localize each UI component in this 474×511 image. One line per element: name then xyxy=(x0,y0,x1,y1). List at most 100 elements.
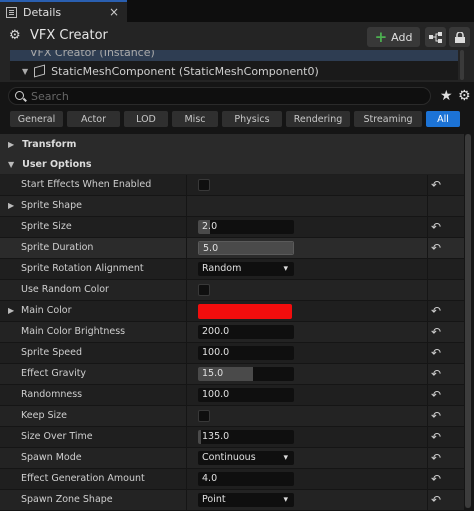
filter-actor[interactable]: Actor xyxy=(67,111,120,127)
filter-streaming[interactable]: Streaming xyxy=(354,111,422,127)
reset-to-default-icon[interactable]: ↶ xyxy=(429,325,443,339)
reset-to-default-icon[interactable]: ↶ xyxy=(429,451,443,465)
static-mesh-icon xyxy=(34,64,46,78)
prop-sprite-shape[interactable]: ▶ Sprite Shape xyxy=(0,196,464,217)
column-divider xyxy=(427,406,428,427)
column-divider[interactable] xyxy=(186,238,187,259)
column-divider xyxy=(427,343,428,364)
effect-gravity-input[interactable]: 15.0 xyxy=(198,367,294,381)
column-divider xyxy=(427,259,428,280)
details-icon xyxy=(6,6,17,18)
main-color-brightness-input[interactable]: 200.0 xyxy=(198,325,294,339)
prop-label: Effect Gravity xyxy=(21,368,87,379)
reset-to-default-icon[interactable]: ↶ xyxy=(429,388,443,402)
actor-title: VFX Creator xyxy=(30,28,108,43)
column-divider xyxy=(427,301,428,322)
sprite-duration-input[interactable]: 5.0 xyxy=(198,241,294,255)
tree-scrollbar[interactable] xyxy=(460,50,464,80)
lock-icon xyxy=(454,31,465,43)
plus-icon: + xyxy=(374,28,388,46)
category-label: Transform xyxy=(22,138,77,150)
sprite-speed-input[interactable]: 100.0 xyxy=(198,346,294,360)
column-divider[interactable] xyxy=(186,259,187,280)
reset-to-default-icon[interactable]: ↶ xyxy=(429,409,443,423)
reset-to-default-icon[interactable]: ↶ xyxy=(429,178,443,192)
component-label: StaticMeshComponent (StaticMeshComponent… xyxy=(51,64,319,78)
randomness-input[interactable]: 100.0 xyxy=(198,388,294,402)
prop-effect-generation-amount: Effect Generation Amount 4.0 ↶ xyxy=(0,469,464,490)
filter-lod[interactable]: LOD xyxy=(124,111,168,127)
filter-all[interactable]: All xyxy=(426,111,460,127)
column-divider[interactable] xyxy=(186,343,187,364)
filter-physics[interactable]: Physics xyxy=(222,111,282,127)
column-divider[interactable] xyxy=(186,469,187,490)
reset-to-default-icon[interactable]: ↶ xyxy=(429,241,443,255)
start-effects-checkbox[interactable] xyxy=(198,179,210,191)
column-divider[interactable] xyxy=(186,175,187,196)
filter-tabs: General Actor LOD Misc Physics Rendering… xyxy=(10,111,460,127)
close-icon[interactable]: × xyxy=(109,5,119,19)
column-divider xyxy=(427,427,428,448)
favorites-star-icon[interactable]: ★ xyxy=(440,88,453,104)
filter-misc[interactable]: Misc xyxy=(172,111,218,127)
prop-label: Start Effects When Enabled xyxy=(21,179,152,190)
tree-component-item[interactable]: ▼ StaticMeshComponent (StaticMeshCompone… xyxy=(10,63,458,79)
reset-to-default-icon[interactable]: ↶ xyxy=(429,346,443,360)
column-divider[interactable] xyxy=(186,217,187,238)
vfx-actor-icon: ⚙ xyxy=(9,28,21,43)
reset-to-default-icon[interactable]: ↶ xyxy=(429,472,443,486)
blueprint-button[interactable] xyxy=(425,27,446,47)
column-divider[interactable] xyxy=(186,280,187,301)
expand-arrow-icon[interactable]: ▶ xyxy=(8,196,14,216)
reset-to-default-icon[interactable]: ↶ xyxy=(429,220,443,234)
column-divider[interactable] xyxy=(186,364,187,385)
keep-size-checkbox[interactable] xyxy=(198,410,210,422)
column-divider[interactable] xyxy=(186,406,187,427)
value-text: 4.0 xyxy=(202,473,218,484)
spawn-mode-dropdown[interactable]: Continuous ▾ xyxy=(198,451,294,465)
expand-arrow-icon[interactable]: ▶ xyxy=(8,301,14,321)
column-divider[interactable] xyxy=(186,385,187,406)
reset-to-default-icon[interactable]: ↶ xyxy=(429,304,443,318)
category-user-options[interactable]: ▼ User Options xyxy=(0,154,464,174)
main-color-swatch[interactable] xyxy=(198,304,292,319)
prop-label: Main Color Brightness xyxy=(21,326,126,337)
properties-scrollbar[interactable] xyxy=(465,134,471,508)
column-divider[interactable] xyxy=(186,427,187,448)
reset-to-default-icon[interactable]: ↶ xyxy=(429,493,443,507)
spawn-zone-shape-dropdown[interactable]: Point ▾ xyxy=(198,493,294,507)
tab-details[interactable]: Details × xyxy=(0,0,127,22)
column-divider[interactable] xyxy=(186,322,187,343)
prop-label: Keep Size xyxy=(21,410,67,421)
size-over-time-input[interactable]: 135.0 xyxy=(198,430,294,444)
column-divider xyxy=(427,469,428,490)
sprite-size-input[interactable]: 2.0 xyxy=(198,220,294,234)
search-input[interactable] xyxy=(31,89,411,103)
effect-generation-amount-input[interactable]: 4.0 xyxy=(198,472,294,486)
dropdown-value: Random xyxy=(202,263,242,274)
scrollbar-thumb[interactable] xyxy=(465,134,471,508)
lock-button[interactable] xyxy=(449,27,470,47)
use-random-color-checkbox[interactable] xyxy=(198,284,210,296)
column-divider xyxy=(427,280,428,301)
collapse-arrow-icon[interactable]: ▼ xyxy=(22,64,28,79)
column-divider[interactable] xyxy=(186,301,187,322)
value-text: 135.0 xyxy=(202,431,230,442)
column-divider[interactable] xyxy=(186,196,187,217)
rotation-alignment-dropdown[interactable]: Random ▾ xyxy=(198,262,294,276)
filter-general[interactable]: General xyxy=(10,111,63,127)
reset-to-default-icon[interactable]: ↶ xyxy=(429,367,443,381)
prop-label: Effect Generation Amount xyxy=(21,473,145,484)
value-text: 100.0 xyxy=(202,347,230,358)
column-divider xyxy=(427,217,428,238)
dropdown-value: Point xyxy=(202,494,226,505)
add-component-button[interactable]: + Add xyxy=(367,27,420,47)
filter-rendering[interactable]: Rendering xyxy=(286,111,350,127)
settings-gear-icon[interactable]: ⚙ xyxy=(458,88,471,104)
category-transform[interactable]: ▶ Transform xyxy=(0,134,464,154)
reset-to-default-icon[interactable]: ↶ xyxy=(429,430,443,444)
column-divider[interactable] xyxy=(186,448,187,469)
column-divider xyxy=(427,364,428,385)
tree-root-item[interactable]: VFX Creator (Instance) xyxy=(10,50,458,61)
chevron-down-icon: ▾ xyxy=(283,264,288,274)
